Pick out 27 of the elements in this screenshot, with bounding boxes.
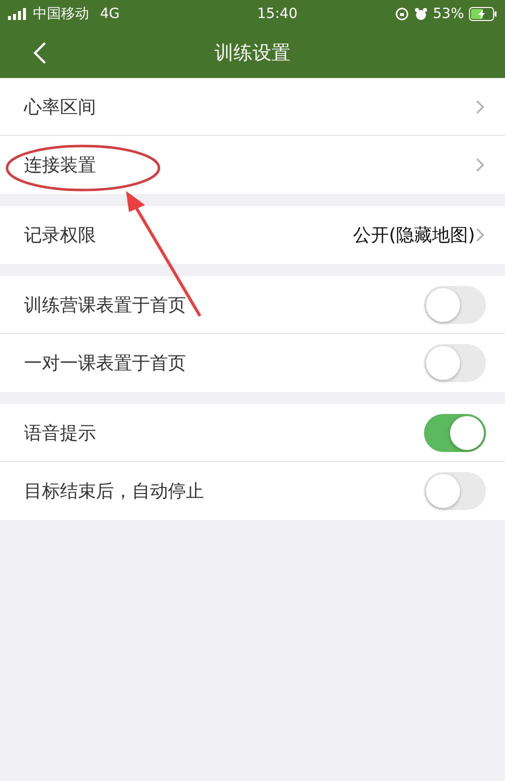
signal-icon	[8, 8, 28, 20]
chevron-icon	[475, 98, 485, 114]
rotation-lock-icon	[394, 7, 409, 21]
row-label: 语音提示	[24, 422, 97, 444]
toggle-switch[interactable]	[424, 286, 486, 324]
row-value: 公开(隐藏地图)	[352, 224, 475, 247]
toggle-switch[interactable]	[424, 472, 486, 510]
clock-text: 15:40	[257, 6, 298, 22]
settings-row[interactable]: 连接装置	[0, 136, 505, 194]
settings-row[interactable]: 心率区间	[0, 78, 505, 136]
settings-row[interactable]: 记录权限 公开(隐藏地图)	[0, 206, 505, 264]
row-label: 目标结束后，自动停止	[24, 480, 205, 503]
row-label: 训练营课表置于首页	[24, 294, 187, 316]
toggle-switch[interactable]	[424, 414, 486, 452]
alarm-icon	[414, 7, 428, 21]
row-label: 一对一课表置于首页	[24, 352, 187, 375]
row-label: 心率区间	[24, 96, 97, 118]
battery-text: 53%	[432, 6, 464, 22]
chevron-icon	[475, 227, 485, 243]
toggle-switch[interactable]	[424, 344, 486, 382]
carrier-text: 中国移动	[33, 5, 89, 23]
page-title: 训练设置	[214, 41, 290, 66]
row-label: 记录权限	[24, 224, 97, 247]
battery-icon	[469, 7, 497, 21]
chevron-icon	[475, 157, 485, 173]
network-text: 4G	[100, 6, 120, 22]
row-label: 连接装置	[24, 154, 97, 177]
